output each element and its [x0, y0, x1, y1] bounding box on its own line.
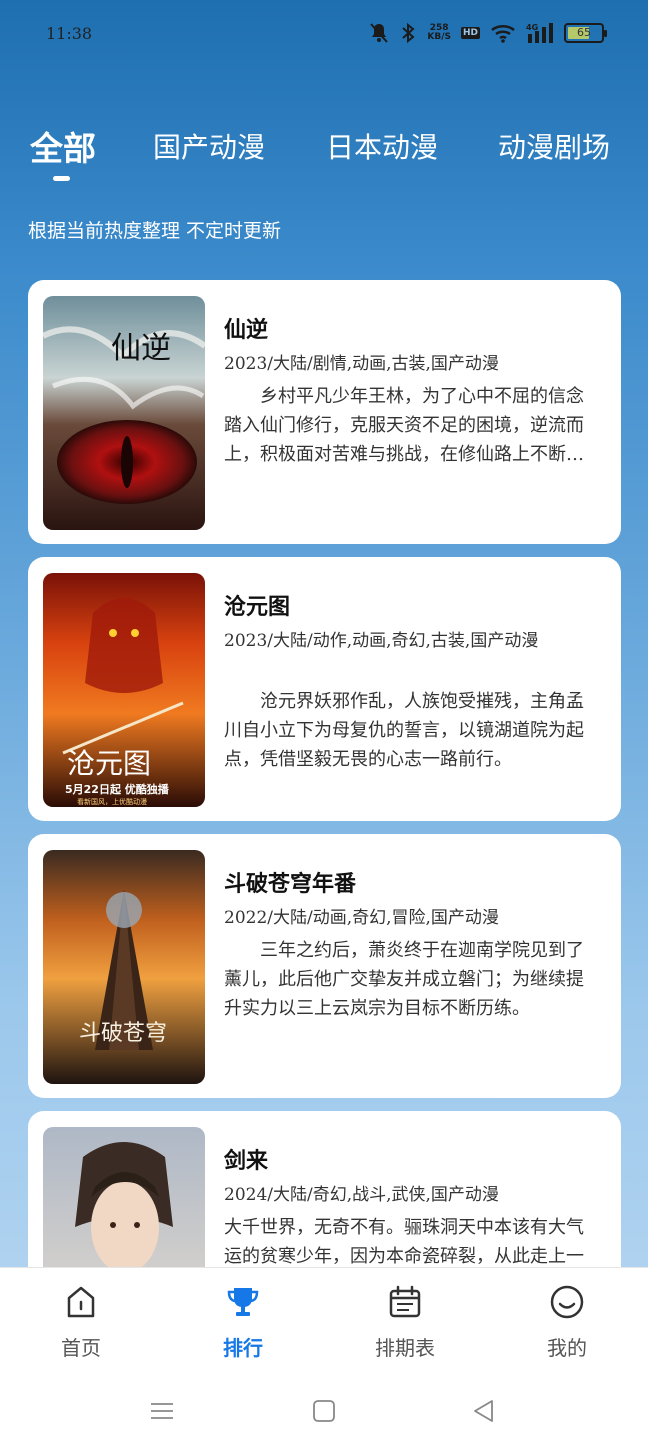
back-triangle-icon[interactable] [470, 1397, 498, 1425]
tab-active-indicator [53, 176, 70, 181]
hd-badge: HD [460, 27, 480, 39]
anime-card[interactable]: 仙逆 仙逆 2023/大陆/剧情,动画,古装,国产动漫 乡村平凡少年王林，为了心… [28, 280, 621, 544]
anime-meta: 2022/大陆/动画,奇幻,冒险,国产动漫 [224, 908, 499, 928]
nav-ranking-label: 排行 [223, 1336, 263, 1360]
calendar-icon [387, 1284, 423, 1320]
nav-schedule-label: 排期表 [375, 1336, 435, 1360]
mute-icon [369, 22, 389, 44]
battery-icon: 65 [564, 23, 607, 43]
home-square-icon[interactable] [310, 1397, 338, 1425]
anime-meta: 2023/大陆/剧情,动画,古装,国产动漫 [224, 354, 499, 374]
status-time: 11:38 [46, 24, 93, 43]
wifi-icon [490, 23, 516, 43]
poster-image: 仙逆 [43, 296, 205, 530]
nav-ranking[interactable]: 排行 [183, 1284, 303, 1361]
net-speed: 258 KB/S [427, 24, 451, 42]
anime-title: 剑来 [224, 1149, 269, 1174]
anime-card[interactable]: 斗破苍穹 斗破苍穹年番 2022/大陆/动画,奇幻,冒险,国产动漫 三年之约后，… [28, 834, 621, 1098]
smiley-icon [549, 1284, 585, 1320]
menu-icon[interactable] [148, 1397, 176, 1425]
poster-tagline-text: 看新国风，上优酷动漫 [77, 797, 147, 806]
anime-title: 沧元图 [224, 595, 291, 620]
tab-japanese-anime[interactable]: 日本动漫 [326, 126, 438, 166]
anime-card[interactable]: 沧元图 5月22日起 优酷独播 看新国风，上优酷动漫 沧元图 2023/大陆/动… [28, 557, 621, 821]
anime-description: 沧元界妖邪作乱，人族饱受摧残，主角孟川自小立下为母复仇的誓言，以镜湖道院为起点，… [224, 691, 584, 770]
poster-image: 沧元图 5月22日起 优酷独播 看新国风，上优酷动漫 [43, 573, 205, 807]
category-tabs: 全部 国产动漫 日本动漫 动漫剧场 [0, 118, 648, 188]
poster-release-text: 5月22日起 优酷独播 [65, 782, 170, 796]
anime-title: 斗破苍穹年番 [224, 872, 357, 897]
bottom-navigation: 首页 排行 排期表 我的 [0, 1267, 648, 1379]
poster-image: 斗破苍穹 [43, 850, 205, 1084]
tab-domestic-anime[interactable]: 国产动漫 [153, 126, 265, 166]
system-navigation-bar [0, 1379, 648, 1447]
nav-home[interactable]: 首页 [21, 1284, 141, 1361]
anime-meta: 2023/大陆/动作,动画,奇幻,古装,国产动漫 [224, 631, 539, 651]
net-speed-unit: KB/S [427, 32, 451, 42]
battery-level: 65 [577, 26, 591, 39]
poster-title-text: 仙逆 [111, 331, 171, 366]
anime-meta: 2024/大陆/奇幻,战斗,武侠,国产动漫 [224, 1185, 499, 1205]
poster-title-text: 斗破苍穹 [79, 1021, 167, 1046]
anime-description: 三年之约后，萧炎终于在迦南学院见到了薰儿，此后他广交挚友并成立磐门；为继续提升实… [224, 940, 584, 1019]
status-bar: 11:38 258 KB/S HD 4G 65 [0, 0, 648, 72]
poster-title-text: 沧元图 [67, 747, 151, 780]
signal-icon: 4G [526, 22, 554, 44]
nav-profile[interactable]: 我的 [507, 1284, 627, 1361]
home-icon [63, 1284, 99, 1320]
anime-title: 仙逆 [224, 318, 269, 343]
bluetooth-icon [399, 22, 417, 44]
tab-all[interactable]: 全部 [30, 122, 96, 170]
status-icons: 258 KB/S HD 4G 65 [369, 22, 607, 44]
anime-description: 乡村平凡少年王林，为了心中不屈的信念踏入仙门修行，克服天资不足的困境，逆流而上，… [224, 386, 584, 465]
ranking-subtitle: 根据当前热度整理 不定时更新 [28, 220, 282, 242]
tab-anime-theater[interactable]: 动漫剧场 [498, 126, 610, 166]
nav-home-label: 首页 [61, 1336, 101, 1360]
trophy-icon [225, 1284, 261, 1320]
nav-schedule[interactable]: 排期表 [345, 1284, 465, 1361]
signal-label: 4G [526, 23, 538, 32]
nav-profile-label: 我的 [547, 1336, 587, 1360]
